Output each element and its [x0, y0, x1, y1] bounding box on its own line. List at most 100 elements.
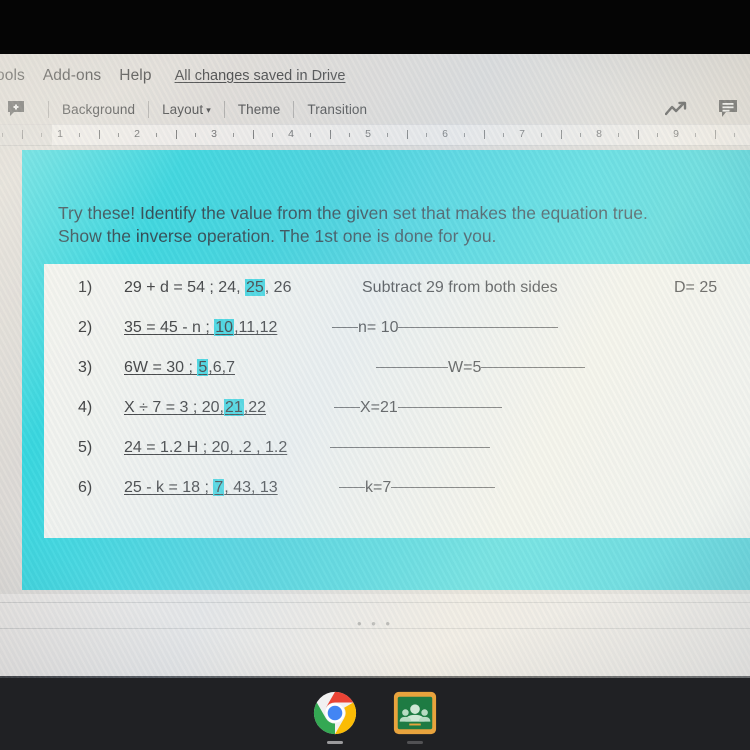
answer-blank-line[interactable]	[376, 367, 448, 368]
toolbar-divider	[223, 100, 225, 118]
ruler-tick	[156, 133, 158, 137]
ruler-tick	[98, 130, 100, 139]
toolbar-layout-button[interactable]: Layout ▾	[159, 102, 214, 117]
ruler-margin-zone	[0, 124, 52, 146]
question-equation: 35 = 45 - n ; 10,11,12	[124, 319, 277, 337]
slides-toolbar: Background Layout ▾ Theme Transition	[0, 94, 750, 124]
toolbar-transition-button[interactable]: Transition	[304, 102, 370, 117]
menu-help[interactable]: Help	[110, 67, 160, 85]
question-row[interactable]: 3) 6W = 30 ; 5,6,7 W=5	[44, 348, 750, 388]
save-status-label[interactable]: All changes saved in Drive	[175, 68, 346, 84]
equation-text: 35 = 45 - n ;	[124, 319, 215, 336]
menu-bar: ools Add-ons Help All changes saved in D…	[0, 60, 750, 92]
inverse-operation-work[interactable]: n= 10	[332, 319, 559, 337]
answer-blank-line[interactable]	[391, 487, 496, 488]
work-text: X=21	[360, 399, 398, 416]
ruler-tick	[348, 133, 350, 137]
ruler-tick	[618, 133, 620, 137]
question-number: 6)	[78, 479, 93, 496]
comment-bubble-icon[interactable]	[716, 98, 742, 120]
question-equation: X ÷ 7 = 3 ; 20,21,22	[124, 399, 266, 417]
ruler-tick	[637, 130, 639, 139]
toolbar-background-button[interactable]: Background	[59, 102, 138, 117]
ruler-tick	[733, 133, 735, 137]
highlighted-answer-value: 5	[197, 359, 209, 376]
ruler-tick	[714, 130, 716, 139]
question-row[interactable]: 5) 24 = 1.2 H ; 20, .2 , 1.2	[44, 428, 750, 468]
answer-blank-line[interactable]	[339, 487, 365, 488]
menu-tools[interactable]: ools	[0, 67, 34, 85]
speaker-notes-drag-handle[interactable]: • • •	[357, 616, 393, 631]
ruler-tick	[40, 133, 42, 137]
equation-text: 25 - k = 18 ;	[124, 479, 214, 496]
question-equation: 29 + d = 54 ; 24, 25, 26	[124, 279, 291, 297]
google-classroom-icon[interactable]	[392, 690, 438, 744]
ruler-tick	[194, 133, 196, 137]
ruler-tick	[560, 130, 562, 139]
equation-text: 6W = 30 ;	[124, 359, 198, 376]
ruler-tick	[579, 133, 581, 137]
toolbar-divider	[148, 100, 150, 118]
ruler-track: 1 2 3 4 5 6 7 8 9	[2, 124, 750, 146]
slide-canvas[interactable]: Try these! Identify the value from the g…	[22, 150, 750, 590]
heading-line-2: Show the inverse operation. The 1st one …	[58, 226, 497, 246]
answer-blank-line[interactable]	[398, 327, 559, 328]
toolbar-layout-label: Layout	[162, 101, 204, 117]
answer-blank-line[interactable]	[332, 327, 358, 328]
ruler-number: 9	[673, 128, 679, 140]
horizontal-ruler[interactable]: 1 2 3 4 5 6 7 8 9	[0, 124, 750, 146]
toolbar-theme-button[interactable]: Theme	[235, 102, 284, 117]
equation-text: 29 + d = 54 ; 24,	[124, 279, 245, 296]
answer-blank-line[interactable]	[397, 407, 502, 408]
work-text: k=7	[365, 479, 392, 496]
ruler-number: 7	[519, 128, 525, 140]
ruler-tick	[233, 133, 235, 137]
chevron-down-icon: ▾	[206, 104, 211, 115]
monitor-bezel-top	[0, 0, 750, 55]
toolbar-right-group	[664, 94, 742, 124]
question-equation: 25 - k = 18 ; 7, 43, 13	[124, 479, 278, 497]
questions-content-box[interactable]: 1) 29 + d = 54 ; 24, 25, 26 Subtract 29 fr…	[44, 264, 750, 538]
chromeos-shelf	[0, 676, 750, 750]
ruler-tick	[2, 133, 4, 137]
ruler-number: 5	[365, 128, 371, 140]
add-comment-icon[interactable]	[6, 100, 28, 119]
question-row[interactable]: 1) 29 + d = 54 ; 24, 25, 26 Subtract 29 fr…	[44, 268, 750, 308]
inverse-operation-work[interactable]	[330, 439, 490, 457]
ruler-number: 6	[442, 128, 448, 140]
ruler-number: 1	[57, 128, 63, 140]
ruler-tick	[79, 133, 81, 137]
running-indicator-dot	[327, 741, 343, 744]
ruler-tick	[117, 133, 119, 137]
highlighted-answer-value: 10	[214, 319, 235, 336]
answer-blank-line[interactable]	[481, 367, 586, 368]
ruler-tick	[406, 130, 408, 139]
menu-add-ons[interactable]: Add-ons	[34, 67, 110, 85]
ruler-tick	[502, 133, 504, 137]
inverse-operation-work[interactable]: X=21	[334, 399, 502, 417]
answer-blank-line[interactable]	[334, 407, 360, 408]
question-row[interactable]: 4) X ÷ 7 = 3 ; 20,21,22 X=21	[44, 388, 750, 428]
inverse-operation-work[interactable]: W=5	[376, 359, 586, 377]
chrome-icon[interactable]	[312, 690, 358, 744]
ruler-tick	[21, 130, 23, 139]
ruler-tick	[541, 133, 543, 137]
answer-blank-line[interactable]	[330, 447, 490, 448]
ruler-number: 2	[134, 128, 140, 140]
question-row[interactable]: 2) 35 = 45 - n ; 10,11,12 n= 10	[44, 308, 750, 348]
question-answer: D= 25	[674, 279, 718, 296]
inverse-operation-work[interactable]: k=7	[339, 479, 496, 497]
below-slide-area: • • •	[0, 594, 750, 678]
question-equation: 6W = 30 ; 5,6,7	[124, 359, 235, 377]
ruler-number: 4	[288, 128, 294, 140]
slide-heading-text[interactable]: Try these! Identify the value from the g…	[58, 202, 724, 248]
ruler-tick	[425, 133, 427, 137]
work-text: W=5	[448, 359, 482, 376]
highlighted-answer-value: 7	[213, 479, 225, 496]
inverse-operation-work[interactable]: Subtract 29 from both sides	[362, 279, 558, 297]
question-equation: 24 = 1.2 H ; 20, .2 , 1.2	[124, 439, 287, 457]
question-number: 5)	[78, 439, 93, 456]
explore-trending-icon[interactable]	[664, 98, 690, 120]
question-row[interactable]: 6) 25 - k = 18 ; 7, 43, 13 k=7	[44, 468, 750, 508]
equation-set-remainder: , 43, 13	[224, 479, 278, 496]
